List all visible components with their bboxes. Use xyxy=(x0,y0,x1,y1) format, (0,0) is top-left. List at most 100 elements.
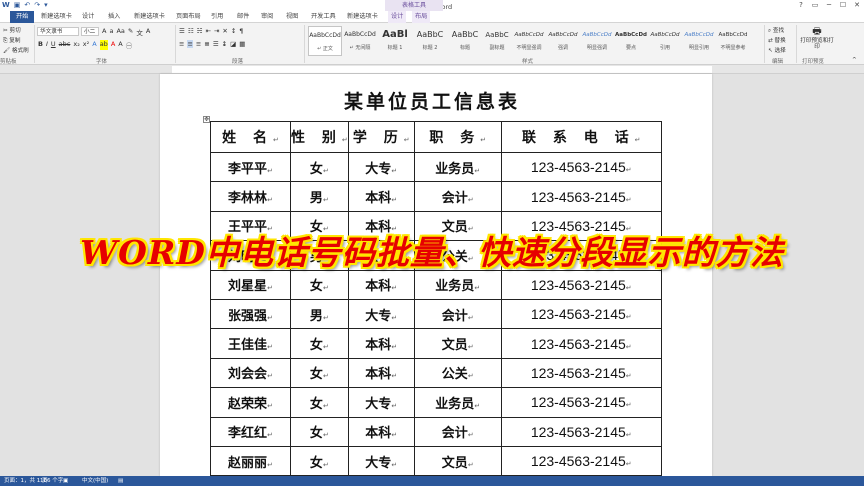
select-button[interactable]: ↖ 选择 xyxy=(768,46,786,54)
table-cell[interactable]: 大专↵ xyxy=(347,298,415,330)
table-row[interactable]: 张强强↵ 男↵ 大专↵ 会计↵ 123-4563-2145↵ xyxy=(210,298,662,330)
change-case-icon[interactable]: Aa xyxy=(116,27,124,37)
style-strong[interactable]: AaBbCcDd 要点 xyxy=(614,26,648,56)
table-cell[interactable]: 刘会会↵ xyxy=(210,357,291,389)
horizontal-ruler[interactable] xyxy=(0,65,864,74)
table-cell[interactable]: 123-4563-2145↵ xyxy=(500,181,662,212)
table-cell[interactable]: 公关↵ xyxy=(413,357,502,389)
document-title[interactable]: 某单位员工信息表 xyxy=(0,87,864,114)
align-left-icon[interactable]: ≡ xyxy=(179,40,184,48)
table-header-cell[interactable]: 职 务↵ xyxy=(413,121,502,153)
table-cell[interactable]: 女↵ xyxy=(290,328,349,359)
table-cell[interactable]: 业务员↵ xyxy=(413,387,502,418)
table-cell[interactable]: 文员↵ xyxy=(413,445,502,477)
find-button[interactable]: ⌕ 查找 xyxy=(768,26,784,35)
decrease-indent-icon[interactable]: ⇤ xyxy=(205,27,210,35)
tab-new-3[interactable]: 新建选项卡 xyxy=(347,11,378,23)
line-spacing-icon[interactable]: ↨ xyxy=(222,40,227,48)
table-cell[interactable]: 123-4563-2145↵ xyxy=(500,151,662,183)
table-cell[interactable]: 会计↵ xyxy=(413,181,502,212)
table-cell[interactable]: 123-4563-2145↵ xyxy=(500,269,662,300)
table-cell[interactable]: 女↵ xyxy=(290,357,349,389)
strikethrough-icon[interactable]: abc xyxy=(59,40,71,50)
table-cell[interactable]: 大专↵ xyxy=(347,445,415,477)
borders-icon[interactable]: ▦ xyxy=(239,40,245,48)
word-count[interactable]: 186 个字 xyxy=(40,476,63,486)
table-cell[interactable]: 赵荣荣↵ xyxy=(210,387,291,418)
table-row[interactable]: 李平平↵ 女↵ 大专↵ 业务员↵ 123-4563-2145↵ xyxy=(210,151,662,183)
italic-icon[interactable]: I xyxy=(46,40,48,50)
table-row[interactable]: 李红红↵ 女↵ 本科↵ 会计↵ 123-4563-2145↵ xyxy=(210,416,662,447)
table-header-row[interactable]: 姓 名↵ 性 别↵ 学 历↵ 职 务↵ 联 系 电 话↵ xyxy=(210,121,662,153)
table-cell[interactable]: 业务员↵ xyxy=(413,151,502,183)
table-header-cell[interactable]: 联 系 电 话↵ xyxy=(500,121,662,153)
table-cell[interactable]: 女↵ xyxy=(290,387,349,418)
align-right-icon[interactable]: ≡ xyxy=(196,40,201,48)
tab-references[interactable]: 引用 xyxy=(211,11,223,23)
table-cell[interactable]: 赵丽丽↵ xyxy=(210,445,291,477)
table-cell[interactable]: 李红红↵ xyxy=(210,416,291,447)
table-cell[interactable]: 业务员↵ xyxy=(413,269,502,300)
table-cell[interactable]: 文员↵ xyxy=(413,328,502,359)
font-name-box[interactable]: 华文隶书 xyxy=(37,27,79,36)
style-intense-quote[interactable]: AaBbCcDd 明显引用 xyxy=(682,26,716,56)
clear-format-icon[interactable]: ✎ xyxy=(128,27,133,37)
distributed-icon[interactable]: ☰ xyxy=(213,40,219,48)
table-row[interactable]: 李林林↵ 男↵ 本科↵ 会计↵ 123-4563-2145↵ xyxy=(210,181,662,212)
underline-icon[interactable]: U xyxy=(51,40,56,50)
table-cell[interactable]: 本科↵ xyxy=(347,328,415,359)
tab-review[interactable]: 审阅 xyxy=(261,11,273,23)
format-painter-button[interactable]: 🖌 格式刷 xyxy=(3,46,29,54)
language-indicator[interactable]: 中文(中国) xyxy=(82,476,108,486)
grow-font-icon[interactable]: A xyxy=(102,27,106,37)
table-row[interactable]: 刘会会↵ 女↵ 本科↵ 公关↵ 123-4563-2145↵ xyxy=(210,357,662,389)
show-marks-icon[interactable]: ¶ xyxy=(239,27,243,35)
increase-indent-icon[interactable]: ⇥ xyxy=(214,27,219,35)
collapse-ribbon-icon[interactable]: ^ xyxy=(852,57,857,63)
style-heading-2[interactable]: AaBbC 标题 2 xyxy=(413,26,447,56)
table-cell[interactable]: 女↵ xyxy=(290,269,349,300)
enclose-icon[interactable]: ㊀ xyxy=(126,40,133,50)
table-cell[interactable]: 李林林↵ xyxy=(210,181,291,212)
table-cell[interactable]: 本科↵ xyxy=(347,181,415,212)
table-cell[interactable]: 女↵ xyxy=(290,151,349,183)
table-cell[interactable]: 123-4563-2145↵ xyxy=(500,387,662,418)
style-title[interactable]: AaBbC 标题 xyxy=(448,26,482,56)
table-cell[interactable]: 本科↵ xyxy=(347,269,415,300)
tab-new-2[interactable]: 新建选项卡 xyxy=(134,11,165,23)
style-normal[interactable]: AaBbCcDd ↵ 正文 xyxy=(308,26,342,56)
tab-mailings[interactable]: 邮件 xyxy=(237,11,249,23)
table-cell[interactable]: 123-4563-2145↵ xyxy=(500,357,662,389)
table-cell[interactable]: 123-4563-2145↵ xyxy=(500,445,662,477)
justify-icon[interactable]: ≣ xyxy=(204,40,209,48)
char-border-icon[interactable]: A xyxy=(146,27,150,37)
table-cell[interactable]: 大专↵ xyxy=(347,151,415,183)
tab-design[interactable]: 设计 xyxy=(82,11,94,23)
table-header-cell[interactable]: 性 别↵ xyxy=(290,121,349,153)
maximize-button[interactable]: ☐ xyxy=(836,0,850,11)
style-intense-emphasis[interactable]: AaBbCcDd 明显强调 xyxy=(580,26,614,56)
table-cell[interactable]: 123-4563-2145↵ xyxy=(500,416,662,447)
table-cell[interactable]: 会计↵ xyxy=(413,298,502,330)
table-header-cell[interactable]: 姓 名↵ xyxy=(210,121,291,153)
table-cell[interactable]: 女↵ xyxy=(290,416,349,447)
table-cell[interactable]: 123-4563-2145↵ xyxy=(500,328,662,359)
multilevel-list-icon[interactable]: ☵ xyxy=(197,27,203,35)
employee-table[interactable]: 姓 名↵ 性 别↵ 学 历↵ 职 务↵ 联 系 电 话↵ 李平平↵ 女↵ 大专↵ 业务员↵ 123… xyxy=(210,121,662,477)
table-cell[interactable]: 男↵ xyxy=(290,298,349,330)
phonetic-icon[interactable]: 文 xyxy=(136,27,143,37)
tab-new-1[interactable]: 新建选项卡 xyxy=(41,11,72,23)
tab-table-layout[interactable]: 布局 xyxy=(412,11,431,23)
highlight-icon[interactable]: ab xyxy=(99,40,108,50)
text-effect-icon[interactable]: A xyxy=(92,40,96,50)
table-cell[interactable]: 本科↵ xyxy=(347,357,415,389)
copy-button[interactable]: ⎘ 复制 xyxy=(3,36,20,45)
cut-button[interactable]: ✂ 剪切 xyxy=(3,26,21,34)
asian-layout-icon[interactable]: ✕ xyxy=(222,27,227,35)
style-emphasis[interactable]: AaBbCcDd 强调 xyxy=(546,26,580,56)
sort-icon[interactable]: ↕ xyxy=(231,27,236,35)
shading-icon[interactable]: ◪ xyxy=(230,40,236,48)
tab-home[interactable]: 开始 xyxy=(10,11,35,23)
proofing-icon[interactable]: ▣ xyxy=(63,476,68,486)
table-cell[interactable]: 男↵ xyxy=(290,181,349,212)
